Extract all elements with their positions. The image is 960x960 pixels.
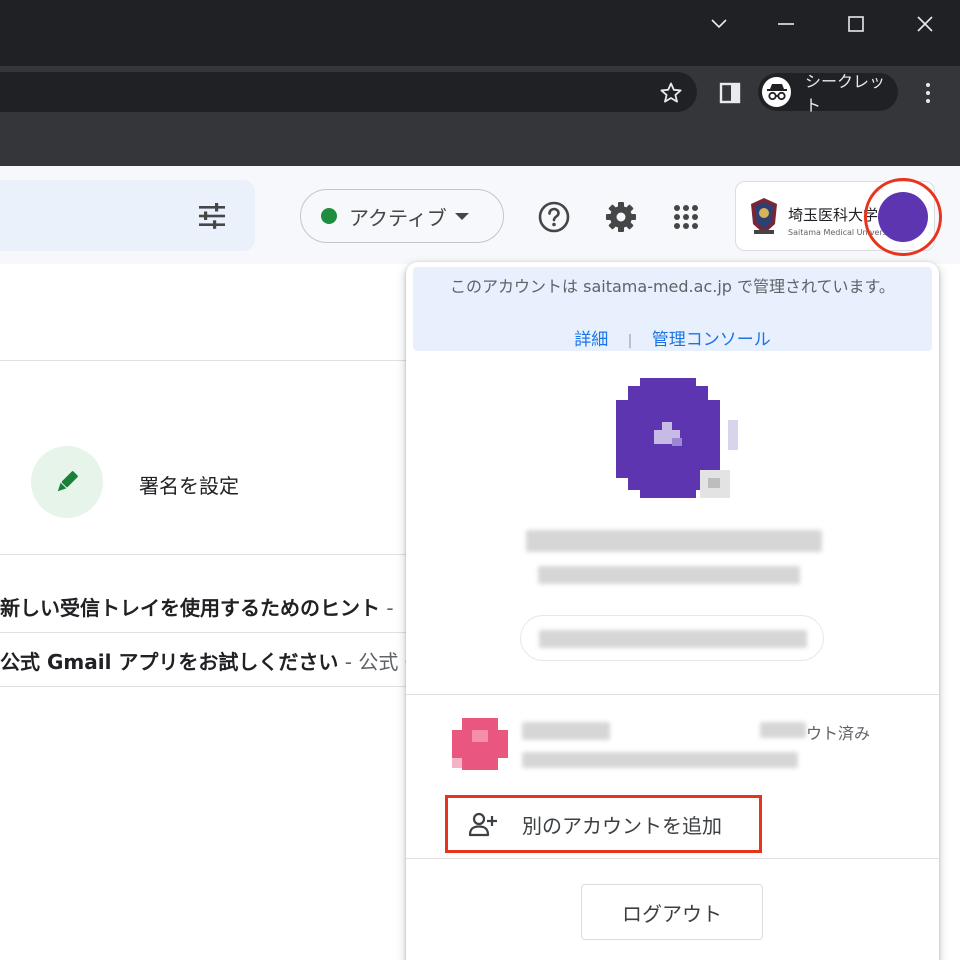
mail-row[interactable]: 公式 Gmail アプリをお試しください - 公式 G	[0, 646, 420, 675]
divider	[0, 686, 410, 687]
details-link[interactable]: 詳細	[574, 330, 608, 350]
status-dropdown[interactable]: アクティブ	[300, 189, 504, 243]
set-signature-link[interactable]: 署名を設定	[139, 470, 239, 499]
mail-row[interactable]: 新しい受信トレイを使用するためのヒント -	[0, 592, 420, 621]
bookmark-star-icon[interactable]	[655, 77, 687, 109]
university-emblem-icon	[751, 198, 777, 234]
divider	[406, 858, 939, 859]
add-account-label: 別のアカウントを追加	[522, 813, 722, 838]
link-separator: |	[627, 333, 633, 349]
tab-search-icon[interactable]	[701, 8, 737, 40]
managed-account-banner: このアカウントは saitama-med.ac.jp で管理されています。 詳細…	[413, 267, 932, 351]
divider	[0, 360, 410, 361]
active-status-dot	[321, 208, 337, 224]
managed-links: 詳細 | 管理コンソール	[413, 325, 932, 350]
account-email-redacted	[538, 566, 800, 584]
address-bar[interactable]	[0, 72, 697, 112]
mail-subject: 新しい受信トレイを使用するためのヒント	[0, 596, 380, 620]
search-options-icon[interactable]	[190, 196, 234, 236]
manage-google-account-button[interactable]	[520, 615, 824, 661]
side-panel-icon[interactable]	[714, 77, 746, 109]
bookmark-bar	[0, 114, 960, 166]
mail-subject: 公式 Gmail アプリをお試しください	[0, 650, 339, 674]
mail-snippet: -	[380, 596, 394, 620]
admin-console-link[interactable]: 管理コンソール	[652, 330, 771, 350]
other-account-avatar[interactable]	[450, 716, 510, 772]
person-add-icon	[468, 809, 498, 839]
incognito-profile-button[interactable]: シークレット	[758, 72, 898, 115]
other-account-name-redacted	[522, 722, 610, 740]
help-icon[interactable]	[533, 196, 575, 238]
caret-down-icon	[454, 212, 469, 220]
signature-pen-icon[interactable]	[31, 446, 103, 518]
highlight-annotation-circle	[864, 178, 942, 256]
apps-grid-icon[interactable]	[665, 196, 707, 238]
browser-menu-icon[interactable]	[912, 77, 944, 109]
status-label: アクティブ	[349, 205, 447, 230]
add-another-account-button[interactable]: 別のアカウントを追加	[445, 795, 762, 853]
other-account-email-redacted	[522, 752, 798, 768]
other-account-status: ウト済み	[806, 724, 871, 743]
managed-account-text: このアカウントは saitama-med.ac.jp で管理されています。	[450, 277, 895, 296]
account-name-redacted	[526, 530, 822, 552]
incognito-label: シークレット	[805, 72, 886, 115]
divider	[0, 632, 410, 633]
browser-title-bar	[0, 0, 960, 66]
logout-button[interactable]: ログアウト	[581, 884, 763, 940]
close-window-icon[interactable]	[907, 8, 943, 40]
account-popup: このアカウントは saitama-med.ac.jp で管理されています。 詳細…	[406, 262, 939, 960]
settings-gear-icon[interactable]	[600, 196, 642, 238]
divider	[0, 554, 410, 555]
divider	[406, 694, 939, 695]
incognito-icon	[762, 77, 792, 107]
other-account-status-redacted	[760, 722, 806, 738]
maximize-icon[interactable]	[838, 8, 874, 40]
minimize-icon[interactable]	[768, 8, 804, 40]
org-logo: 埼玉医科大学 Saitama Medical University	[748, 194, 897, 240]
profile-avatar-large[interactable]	[608, 378, 738, 498]
